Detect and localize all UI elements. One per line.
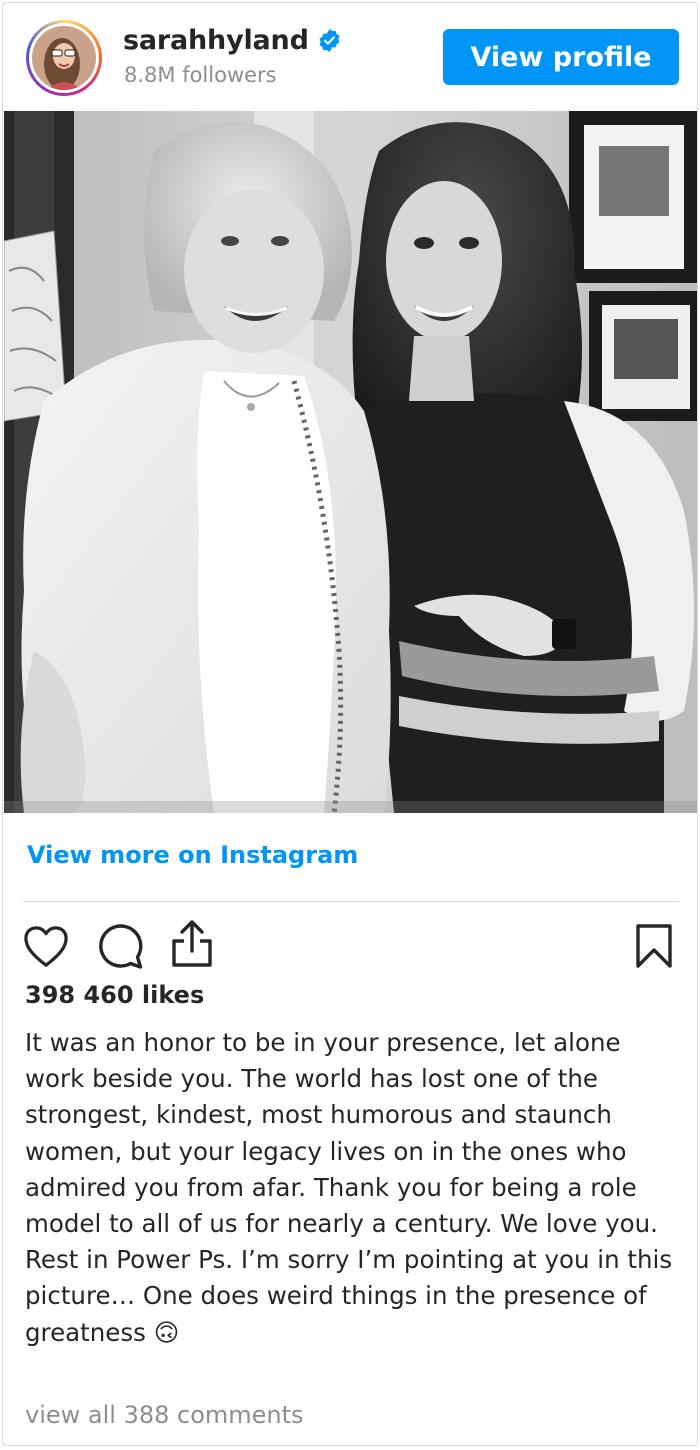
divider [23, 901, 679, 902]
post-photo[interactable] [4, 111, 698, 813]
view-more-on-instagram-link[interactable]: View more on Instagram [27, 841, 358, 869]
avatar[interactable] [26, 20, 102, 96]
heart-icon[interactable] [23, 925, 69, 969]
view-profile-button[interactable]: View profile [443, 29, 679, 85]
likes-count: 398 460 likes [25, 981, 205, 1009]
comment-icon[interactable] [97, 923, 145, 971]
follower-count: 8.8M followers [124, 63, 277, 87]
post-caption: It was an honor to be in your presence, … [25, 1028, 673, 1347]
post-header: sarahhyland 8.8M followers View profile [3, 3, 697, 111]
bookmark-icon[interactable] [635, 923, 673, 969]
view-all-comments-link[interactable]: view all 388 comments [25, 1401, 304, 1429]
verified-badge-icon [319, 28, 340, 53]
username[interactable]: sarahhyland [123, 25, 309, 56]
instagram-embed-card: sarahhyland 8.8M followers View profile [2, 2, 698, 1446]
username-row: sarahhyland [123, 25, 342, 56]
share-icon[interactable] [169, 919, 215, 969]
avatar-image [32, 26, 96, 90]
